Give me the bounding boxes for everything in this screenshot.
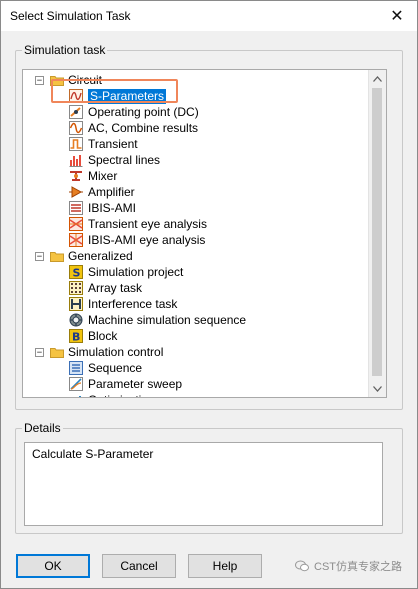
vertical-scrollbar[interactable] bbox=[368, 70, 386, 397]
interference-task-icon bbox=[69, 297, 83, 311]
scroll-thumb[interactable] bbox=[372, 88, 382, 376]
tree-node-label: Simulation control bbox=[68, 345, 164, 359]
tree-node-label: Mixer bbox=[88, 169, 118, 183]
array-task-icon bbox=[69, 281, 83, 295]
tree-item-row[interactable]: S Simulation project bbox=[69, 264, 183, 280]
svg-text:S: S bbox=[73, 267, 81, 280]
tree-item-row[interactable]: Spectral lines bbox=[69, 152, 160, 168]
tree-node-label: Amplifier bbox=[88, 185, 135, 199]
spectral-lines-icon bbox=[69, 153, 83, 167]
amplifier-icon bbox=[69, 185, 83, 199]
details-group-label: Details bbox=[22, 421, 63, 435]
operating-point-icon bbox=[69, 105, 83, 119]
tree-node-label: Generalized bbox=[68, 249, 133, 263]
tree-item-row[interactable]: Transient bbox=[69, 136, 138, 152]
cancel-button[interactable]: Cancel bbox=[102, 554, 176, 578]
tree-item-row[interactable]: Transient eye analysis bbox=[69, 216, 207, 232]
scroll-up-arrow-icon[interactable] bbox=[369, 70, 386, 87]
tree-node-label: Sequence bbox=[88, 361, 143, 375]
tree-item-row[interactable]: Amplifier bbox=[69, 184, 135, 200]
tree-item-row[interactable]: IBIS-AMI bbox=[69, 200, 136, 216]
scroll-down-arrow-icon[interactable] bbox=[369, 380, 386, 397]
tree-node-label: Parameter sweep bbox=[88, 377, 183, 391]
tree-node-label: IBIS-AMI bbox=[88, 201, 137, 215]
eye-analysis-icon bbox=[69, 217, 83, 231]
collapse-toggle-icon[interactable]: − bbox=[35, 251, 44, 261]
tree-item-row[interactable]: B Block bbox=[69, 328, 117, 344]
annotation-highlight-box bbox=[51, 79, 178, 103]
watermark: CST仿真专家之路 bbox=[295, 558, 402, 574]
collapse-toggle-icon[interactable]: − bbox=[35, 347, 44, 357]
tree-node-label: Interference task bbox=[88, 297, 178, 311]
tree-item-row[interactable]: Operating point (DC) bbox=[69, 104, 199, 120]
tree-item-row[interactable]: Machine simulation sequence bbox=[69, 312, 246, 328]
ibis-ami-icon bbox=[69, 201, 83, 215]
optimization-icon bbox=[69, 393, 83, 397]
tree-node-label: Operating point (DC) bbox=[88, 105, 199, 119]
mixer-icon bbox=[69, 169, 83, 183]
tree-item-row[interactable]: IBIS-AMI eye analysis bbox=[69, 232, 205, 248]
machine-sequence-icon bbox=[69, 313, 83, 327]
help-button[interactable]: Help bbox=[188, 554, 262, 578]
tree-node-label: Optimization bbox=[88, 393, 155, 397]
tree-node-label: Transient bbox=[88, 137, 138, 151]
watermark-text: CST仿真专家之路 bbox=[314, 561, 402, 573]
tree-node-label: Block bbox=[88, 329, 118, 343]
title-bar: Select Simulation Task ✕ bbox=[1, 1, 417, 31]
folder-icon bbox=[50, 251, 64, 262]
tree-item-row[interactable]: Optimization bbox=[69, 392, 155, 397]
tree-node-label: Array task bbox=[88, 281, 143, 295]
tree-folder-row[interactable]: − Simulation control bbox=[35, 344, 163, 360]
ibis-eye-icon bbox=[69, 233, 83, 247]
tree-node-label: Transient eye analysis bbox=[88, 217, 207, 231]
ok-button[interactable]: OK bbox=[16, 554, 90, 578]
transient-icon bbox=[69, 137, 83, 151]
tree-item-row[interactable]: AC, Combine results bbox=[69, 120, 198, 136]
tree-node-label: Machine simulation sequence bbox=[88, 313, 247, 327]
details-text: Calculate S-Parameter bbox=[24, 442, 383, 526]
simulation-project-icon: S bbox=[69, 265, 83, 279]
tree-folder-row[interactable]: − Generalized bbox=[35, 248, 133, 264]
simulation-task-group-label: Simulation task bbox=[22, 43, 108, 57]
window-title: Select Simulation Task bbox=[10, 9, 131, 23]
tree-item-row[interactable]: Interference task bbox=[69, 296, 177, 312]
tree-item-row[interactable]: Parameter sweep bbox=[69, 376, 182, 392]
parameter-sweep-icon bbox=[69, 377, 83, 391]
tree-node-label: Simulation project bbox=[88, 265, 184, 279]
tree-node-label: AC, Combine results bbox=[88, 121, 199, 135]
close-button[interactable]: ✕ bbox=[377, 1, 417, 31]
svg-text:B: B bbox=[72, 331, 80, 344]
select-simulation-task-dialog: Select Simulation Task ✕ Simulation task… bbox=[0, 0, 418, 589]
simulation-task-tree[interactable]: − Circuit S-Parameters Operating point (DC)… bbox=[22, 69, 387, 398]
tree-item-row[interactable]: Sequence bbox=[69, 360, 142, 376]
tree-rows: − Circuit S-Parameters Operating point (DC)… bbox=[23, 70, 367, 397]
tree-node-label: Spectral lines bbox=[88, 153, 161, 167]
wechat-icon bbox=[295, 560, 309, 572]
tree-item-row[interactable]: Mixer bbox=[69, 168, 117, 184]
sequence-icon bbox=[69, 361, 83, 375]
block-icon: B bbox=[69, 329, 83, 343]
folder-icon bbox=[50, 347, 64, 358]
tree-node-label: IBIS-AMI eye analysis bbox=[88, 233, 206, 247]
ac-icon bbox=[69, 121, 83, 135]
tree-item-row[interactable]: Array task bbox=[69, 280, 142, 296]
collapse-toggle-icon[interactable]: − bbox=[35, 75, 44, 85]
